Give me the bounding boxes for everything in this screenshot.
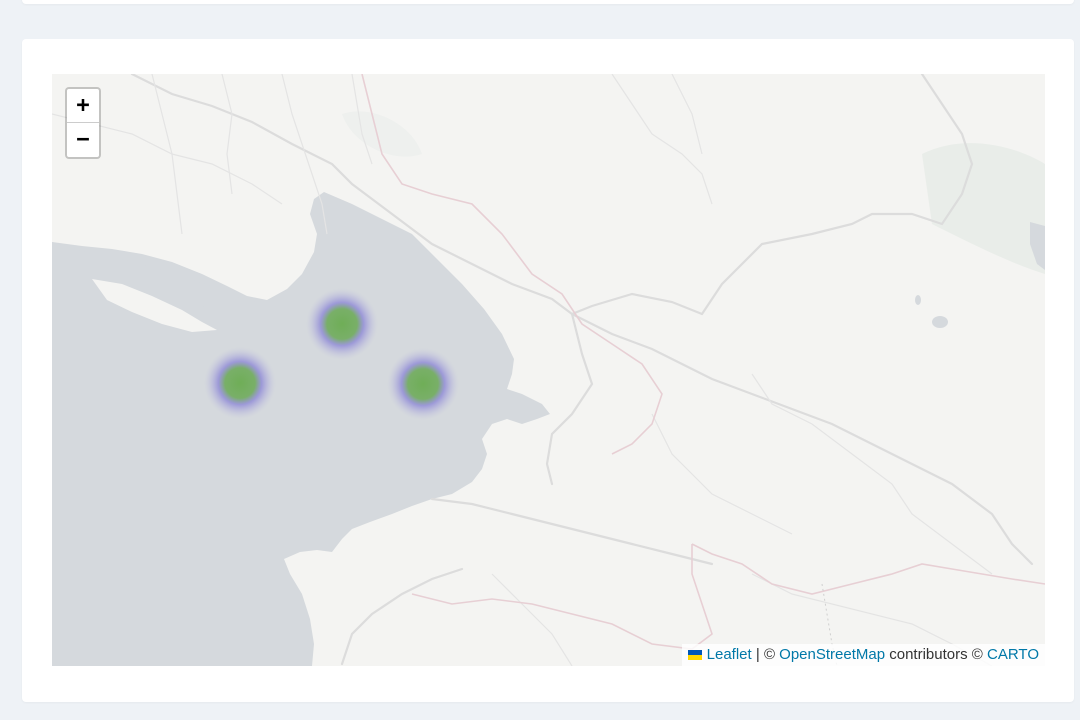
heat-point <box>204 347 276 419</box>
osm-link[interactable]: OpenStreetMap <box>779 646 885 663</box>
zoom-out-button[interactable]: − <box>67 123 99 156</box>
carto-link[interactable]: CARTO <box>987 646 1039 663</box>
heatmap-layer <box>204 288 459 420</box>
contributors-text: contributors <box>889 646 968 663</box>
attribution: Leaflet | © OpenStreetMap contributors ©… <box>681 644 1045 666</box>
zoom-in-button[interactable]: + <box>67 89 99 123</box>
top-panel <box>22 0 1074 4</box>
heat-point <box>306 288 378 360</box>
copyright-symbol: © <box>763 646 775 663</box>
heat-point <box>387 348 459 420</box>
ukraine-flag-icon <box>687 650 702 660</box>
zoom-control: + − <box>65 87 101 159</box>
attribution-separator: | <box>755 646 760 663</box>
copyright-symbol: © <box>971 646 983 663</box>
leaflet-link[interactable]: Leaflet <box>707 646 752 663</box>
map[interactable]: + − Leaflet | © OpenStreetMap contributo… <box>52 74 1045 666</box>
